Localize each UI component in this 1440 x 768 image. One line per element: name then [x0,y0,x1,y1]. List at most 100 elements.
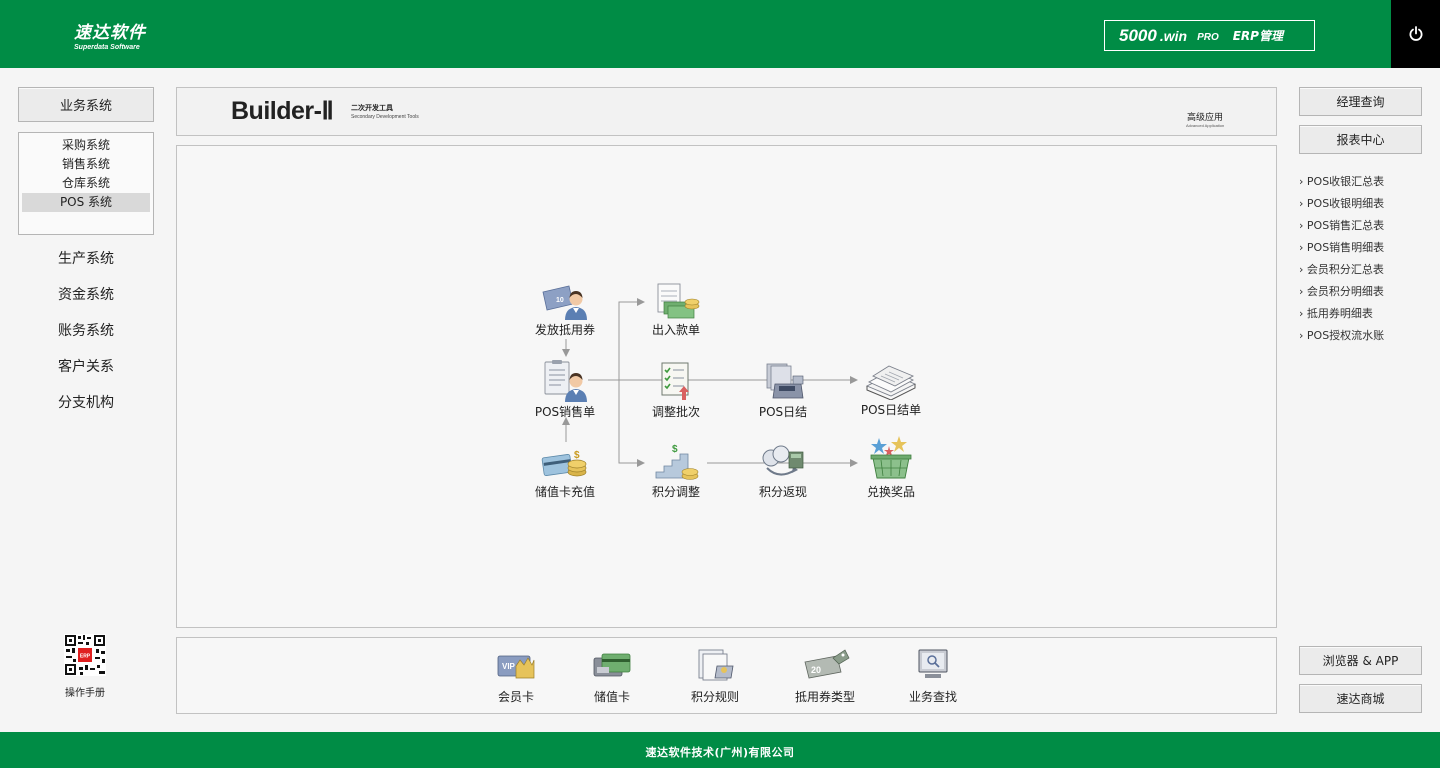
report-link-label: POS销售汇总表 [1306,219,1385,232]
cash-in-out-label: 出入款单 [651,323,700,337]
footer-bar: 速达软件技术(广州)有限公司 [0,732,1440,768]
svg-text:20: 20 [811,665,821,675]
cash-ledger-icon [657,283,700,319]
tool-member-card[interactable]: VIP 会员卡 [471,648,561,705]
flow-node-pos-daily-statement[interactable]: POS日结单 [846,360,936,418]
tool-points-rule[interactable]: 积分规则 [670,648,760,705]
product-erp: ERP管理 [1232,29,1283,43]
advanced-application-link[interactable]: 高级应用 [1187,110,1223,123]
report-link-pos-cashier-summary[interactable]: › POS收银汇总表 [1299,173,1384,189]
subsystem-list: 采购系统 销售系统 仓库系统 POS 系统 [18,132,154,235]
tool-stored-card[interactable]: 储值卡 [567,648,657,705]
report-link-member-points-summary[interactable]: › 会员积分汇总表 [1299,261,1384,277]
report-link-label: POS收银汇总表 [1306,175,1385,188]
points-stairs-icon: $ [655,444,699,480]
flow-node-stored-card-recharge[interactable]: $ 储值卡充值 [520,444,610,500]
card-recharge-icon: $ [541,450,587,477]
flow-node-redeem-prize[interactable]: 兑换奖品 [846,436,936,500]
power-button[interactable] [1391,0,1440,68]
advanced-application-en: Advanced Application [1186,123,1225,128]
flow-node-points-cashback[interactable]: 积分返现 [738,440,828,500]
adjust-batch-label: 调整批次 [651,405,700,419]
points-rule-icon [698,649,734,681]
redeem-prize-label: 兑换奖品 [866,485,915,499]
business-system-button[interactable]: 业务系统 [18,87,154,122]
flow-node-pos-sales[interactable]: POS销售单 [520,360,610,420]
monitor-search-icon [918,649,948,678]
product-win: .win [1159,27,1188,44]
manual-label[interactable]: 操作手册 [50,684,120,699]
nav-branch[interactable]: 分支机构 [18,392,154,412]
pos-sales-label: POS销售单 [534,405,596,419]
product-pro: PRO [1197,32,1219,43]
subsystem-purchase[interactable]: 采购系统 [22,136,150,155]
flow-node-cash-in-out[interactable]: 出入款单 [631,282,721,338]
top-header-bar: 速达软件 Superdata Software 5000 .win PRO ER… [0,0,1440,68]
pos-flow-panel: 10 发放抵用券 POS销售单 $ 储值卡充值 出入款单 调整批次 $ 积分调整… [176,145,1277,628]
browser-app-button[interactable]: 浏览器 & APP [1299,646,1422,675]
subsystem-pos[interactable]: POS 系统 [22,193,150,212]
report-link-pos-sales-summary[interactable]: › POS销售汇总表 [1299,217,1384,233]
report-link-voucher-detail[interactable]: › 抵用券明细表 [1299,305,1373,321]
points-rule-label: 积分规则 [690,690,739,704]
svg-text:$: $ [672,444,678,455]
stored-card-recharge-label: 储值卡充值 [534,485,595,499]
svg-text:VIP: VIP [502,662,516,671]
report-link-pos-sales-detail[interactable]: › POS销售明细表 [1299,239,1384,255]
flow-node-issue-voucher[interactable]: 10 发放抵用券 [520,282,610,338]
report-link-label: 抵用券明细表 [1306,307,1373,320]
manager-query-button[interactable]: 经理查询 [1299,87,1422,116]
report-link-pos-cashier-detail[interactable]: › POS收银明细表 [1299,195,1384,211]
report-link-member-points-detail[interactable]: › 会员积分明细表 [1299,283,1384,299]
svg-text:10: 10 [556,297,564,304]
checklist-icon [661,362,689,400]
report-link-label: POS销售明细表 [1306,241,1385,254]
member-card-label: 会员卡 [497,690,534,704]
subsystem-warehouse[interactable]: 仓库系统 [22,174,150,193]
sales-document-person-icon [544,360,587,402]
nav-crm[interactable]: 客户关系 [18,356,154,376]
issue-voucher-label: 发放抵用券 [534,323,595,337]
product-version: 5000 [1119,25,1157,45]
subsystem-sales[interactable]: 销售系统 [22,155,150,174]
superdata-mall-button[interactable]: 速达商城 [1299,684,1422,713]
report-link-pos-auth-journal[interactable]: › POS授权流水账 [1299,327,1384,343]
pos-daily-label: POS日结 [758,405,808,419]
vip-card-icon: VIP [497,655,535,679]
logo-text-en: Superdata Software [74,44,140,51]
banner-subtitle-en: Secondary Development Tools [351,114,419,120]
cashback-icon [762,445,804,476]
svg-text:ERP: ERP [80,654,91,660]
flow-node-pos-daily[interactable]: POS日结 [738,360,828,420]
voucher-person-icon: 10 [542,285,587,320]
banner-title: Builder-Ⅱ [231,97,334,125]
nav-production[interactable]: 生产系统 [18,248,154,268]
flow-node-adjust-batch[interactable]: 调整批次 [631,360,721,420]
prize-basket-icon [870,436,912,479]
business-search-label: 业务查找 [908,690,957,704]
stored-card-label: 储值卡 [593,690,630,704]
report-link-label: 会员积分明细表 [1306,285,1384,298]
report-link-label: 会员积分汇总表 [1306,263,1384,276]
voucher-type-label: 抵用券类型 [794,690,855,704]
points-adjust-label: 积分调整 [651,485,700,499]
pos-terminal-icon [766,363,804,399]
flow-connectors [562,298,858,467]
tool-voucher-type[interactable]: 20 抵用券类型 [780,648,870,705]
nav-accounting[interactable]: 账务系统 [18,320,154,340]
tool-business-search[interactable]: 业务查找 [888,648,978,705]
bottom-tools-panel: VIP 会员卡 储值卡 积分规则 20 抵用券类型 业务查找 [176,637,1277,714]
banner-subtitle-cn: 二次开发工具 [351,104,393,112]
pos-daily-statement-label: POS日结单 [860,403,922,417]
manual-qr-icon[interactable]: ERP [64,634,106,676]
builder-banner: Builder-Ⅱ 二次开发工具 Secondary Development T… [176,87,1277,136]
report-link-label: POS收银明细表 [1306,197,1385,210]
report-center-button[interactable]: 报表中心 [1299,125,1422,154]
nav-funds[interactable]: 资金系统 [18,284,154,304]
flow-node-points-adjust[interactable]: $ 积分调整 [631,440,721,500]
superdata-logo: 速达软件 Superdata Software [74,18,146,51]
company-name: 速达软件技术(广州)有限公司 [645,746,795,759]
stored-card-icon [593,653,631,677]
report-link-label: POS授权流水账 [1306,329,1385,342]
svg-text:$: $ [574,450,580,461]
